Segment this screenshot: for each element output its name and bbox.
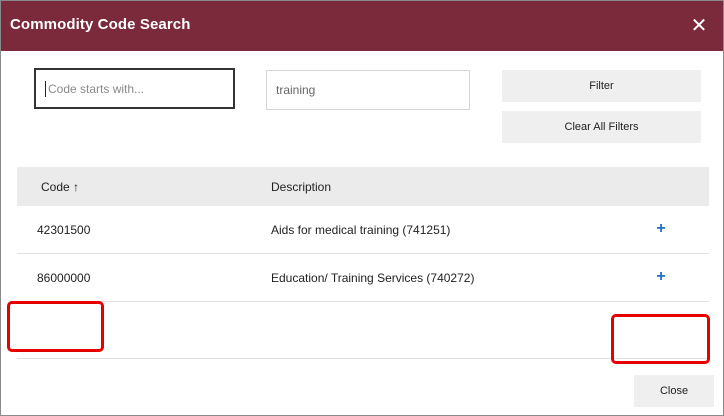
plus-icon[interactable]: +: [653, 220, 669, 238]
filter-button[interactable]: Filter: [502, 70, 701, 102]
clear-all-filters-button[interactable]: Clear All Filters: [502, 111, 701, 143]
row-description: Education/ Training Services (740272): [271, 271, 475, 285]
red-highlight-box: [611, 314, 710, 364]
text-cursor: [45, 80, 46, 97]
code-search-placeholder: Code starts with...: [48, 81, 145, 96]
description-search-input[interactable]: training: [266, 70, 470, 110]
dialog-title: Commodity Code Search: [10, 16, 191, 33]
row-code: 42301500: [37, 223, 91, 237]
code-search-input[interactable]: Code starts with...: [34, 68, 235, 109]
description-search-value: training: [276, 83, 316, 97]
table-row: 86000000 Education/ Training Services (7…: [17, 254, 709, 302]
footer-divider: [17, 358, 709, 359]
code-column-header[interactable]: Code ↑: [41, 180, 79, 194]
description-column-header[interactable]: Description: [271, 180, 331, 194]
close-button[interactable]: Close: [634, 375, 714, 407]
red-highlight-box: [7, 301, 104, 352]
table-row: 42301500 Aids for medical training (7412…: [17, 206, 709, 254]
dialog-titlebar: Commodity Code Search ✕: [1, 1, 723, 51]
close-icon[interactable]: ✕: [687, 14, 711, 38]
results-table-header: Code ↑ Description: [17, 167, 709, 206]
row-code: 86000000: [37, 271, 91, 285]
row-description: Aids for medical training (741251): [271, 223, 451, 237]
plus-icon[interactable]: +: [653, 268, 669, 286]
